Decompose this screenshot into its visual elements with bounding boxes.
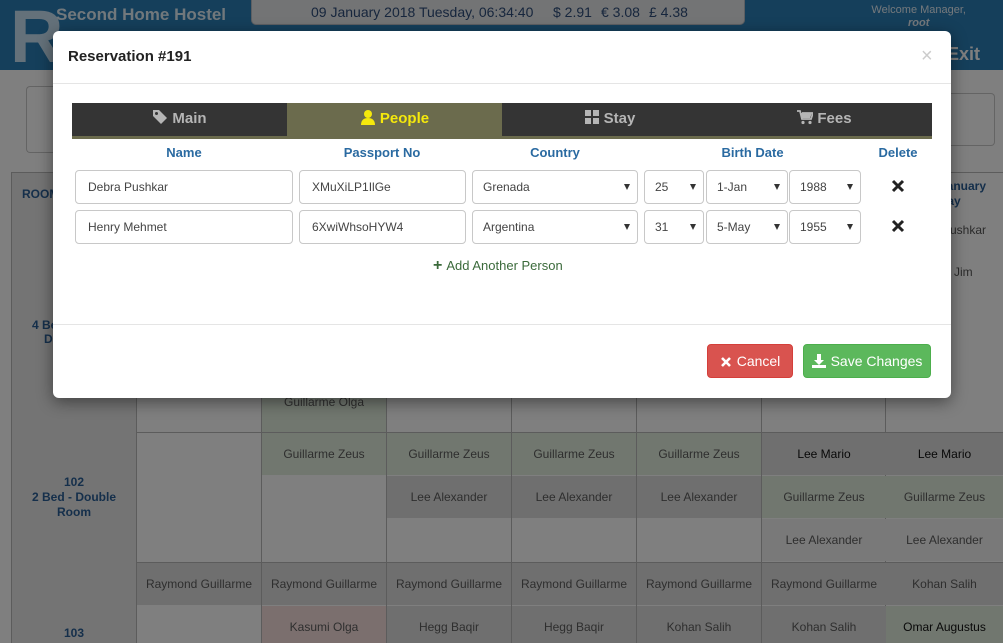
- tab-main-label: Main: [172, 110, 207, 127]
- birth-day-value: 31: [655, 220, 669, 234]
- chevron-down-icon: [690, 184, 696, 190]
- chevron-down-icon: [690, 224, 696, 230]
- birth-year-select[interactable]: 1955: [789, 210, 861, 244]
- chevron-down-icon: [624, 184, 630, 190]
- column-header-country: Country: [530, 145, 580, 160]
- birth-day-value: 25: [655, 180, 669, 194]
- birth-day-select[interactable]: 31: [644, 210, 704, 244]
- country-select[interactable]: Argentina: [472, 210, 638, 244]
- tag-icon: [153, 110, 168, 124]
- tab-stay-label: Stay: [603, 110, 636, 127]
- country-select[interactable]: Grenada: [472, 170, 638, 204]
- add-person-button[interactable]: + Add Another Person: [433, 257, 563, 275]
- country-value: Argentina: [483, 220, 535, 234]
- country-value: Grenada: [483, 180, 530, 194]
- birth-month-select[interactable]: 1-Jan: [706, 170, 788, 204]
- birth-year-select[interactable]: 1988: [789, 170, 861, 204]
- cart-icon: [797, 110, 815, 125]
- tab-people-label: People: [379, 110, 430, 127]
- tab-stay[interactable]: Stay: [502, 103, 717, 136]
- save-changes-label: Save Changes: [830, 353, 923, 369]
- column-header-name: Name: [166, 145, 202, 160]
- delete-person-icon[interactable]: [890, 178, 906, 194]
- tab-fees-label: Fees: [817, 110, 852, 127]
- cancel-button[interactable]: Cancel: [707, 344, 793, 378]
- chevron-down-icon: [624, 224, 630, 230]
- modal-title: Reservation #191: [68, 48, 192, 65]
- passport-input[interactable]: 6XwiWhsoHYW4: [299, 210, 466, 244]
- birth-year-value: 1988: [800, 180, 827, 194]
- save-changes-button[interactable]: Save Changes: [803, 344, 931, 378]
- chevron-down-icon: [774, 184, 780, 190]
- reservation-modal: Reservation #191 × Main People Stay Fees…: [53, 31, 951, 398]
- column-header-delete: Delete: [878, 145, 918, 160]
- plus-icon: +: [433, 257, 443, 274]
- birth-month-value: 1-Jan: [717, 180, 748, 194]
- grid-icon: [584, 110, 599, 124]
- user-icon: [360, 110, 375, 125]
- add-person-label: Add Another Person: [446, 258, 563, 273]
- tab-bar: Main People Stay Fees: [72, 103, 932, 139]
- tab-people[interactable]: People: [287, 103, 502, 136]
- birth-month-select[interactable]: 5-May: [706, 210, 788, 244]
- delete-person-icon[interactable]: [890, 218, 906, 234]
- modal-header: Reservation #191 ×: [53, 31, 951, 84]
- name-input[interactable]: Henry Mehmet: [75, 210, 293, 244]
- modal-footer-divider: [53, 324, 951, 325]
- cancel-label: Cancel: [736, 353, 781, 369]
- close-icon[interactable]: ×: [921, 45, 933, 68]
- chevron-down-icon: [774, 224, 780, 230]
- column-header-passport: Passport No: [343, 145, 421, 160]
- birth-month-value: 5-May: [717, 220, 751, 234]
- chevron-down-icon: [847, 184, 853, 190]
- close-icon: [720, 357, 731, 367]
- passport-input[interactable]: XMuXiLP1IlGe: [299, 170, 466, 204]
- name-input[interactable]: Debra Pushkar: [75, 170, 293, 204]
- chevron-down-icon: [847, 224, 853, 230]
- download-icon: [811, 354, 826, 368]
- tab-main[interactable]: Main: [72, 103, 287, 136]
- tab-fees[interactable]: Fees: [717, 103, 932, 136]
- birth-year-value: 1955: [800, 220, 827, 234]
- birth-day-select[interactable]: 25: [644, 170, 704, 204]
- column-header-birth-date: Birth Date: [721, 145, 784, 160]
